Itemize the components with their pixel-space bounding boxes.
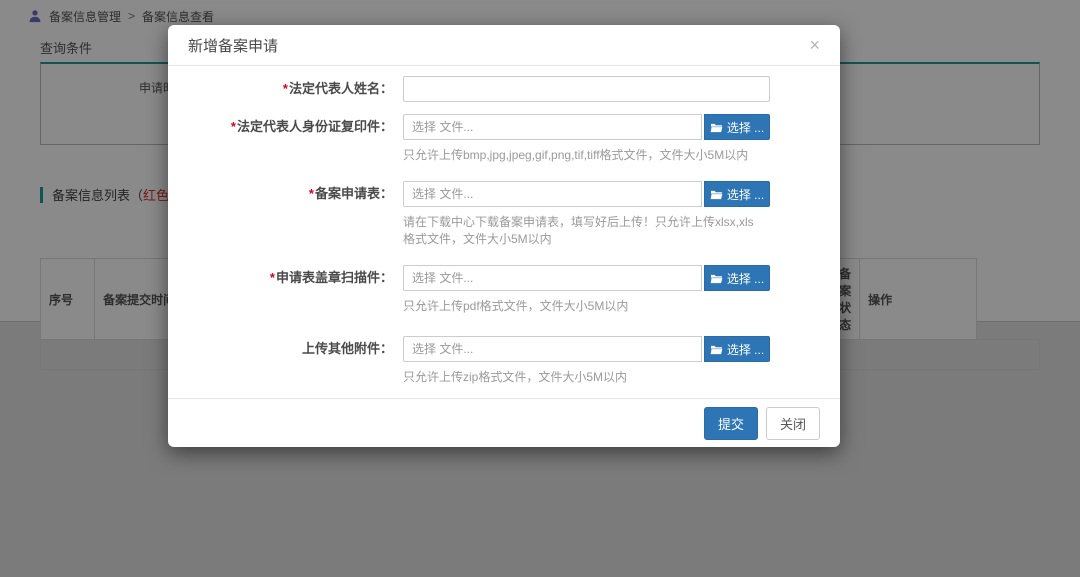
legal-name-input[interactable]	[403, 76, 770, 102]
id-copy-help-text: 只允许上传bmp,jpg,jpeg,gif,png,tif,tiff格式文件，文…	[403, 147, 763, 164]
form-row-legal-name: *法定代表人姓名：	[168, 76, 840, 102]
legal-name-label: *法定代表人姓名：	[168, 76, 403, 102]
stamped-scan-file-input[interactable]: 选择 文件...	[403, 265, 702, 291]
id-copy-file-group: 选择 文件... 选择 ...	[403, 114, 770, 140]
application-form-browse-button[interactable]: 选择 ...	[704, 181, 770, 207]
required-star: *	[270, 270, 275, 285]
folder-icon	[710, 344, 723, 355]
other-attachments-file-input[interactable]: 选择 文件...	[403, 336, 702, 362]
other-attachments-label: 上传其他附件：	[168, 336, 403, 362]
other-attachments-file-group: 选择 文件... 选择 ...	[403, 336, 770, 362]
application-form-label: *备案申请表：	[168, 181, 403, 207]
form-row-other-attachments: 上传其他附件： 选择 文件... 选择 ... 只允许上传zip格式文件，文件大…	[168, 336, 840, 386]
other-attachments-help-text: 只允许上传zip格式文件，文件大小5M以内	[403, 369, 763, 386]
close-button[interactable]: 关闭	[766, 407, 820, 440]
new-filing-modal: 新增备案申请 × *法定代表人姓名： *法定代表人身份证复印件： 选择 文件..…	[168, 25, 840, 447]
form-row-application-form: *备案申请表： 选择 文件... 选择 ... 请在下载中心下载备案申请表，填写…	[168, 181, 840, 248]
required-star: *	[231, 119, 236, 134]
stamped-scan-file-group: 选择 文件... 选择 ...	[403, 265, 770, 291]
id-copy-file-input[interactable]: 选择 文件...	[403, 114, 702, 140]
required-star: *	[309, 186, 314, 201]
other-attachments-browse-button[interactable]: 选择 ...	[704, 336, 770, 362]
id-copy-browse-button[interactable]: 选择 ...	[704, 114, 770, 140]
modal-header: 新增备案申请 ×	[168, 25, 840, 66]
stamped-scan-browse-button[interactable]: 选择 ...	[704, 265, 770, 291]
application-form-file-input[interactable]: 选择 文件...	[403, 181, 702, 207]
folder-icon	[710, 189, 723, 200]
modal-title: 新增备案申请	[188, 35, 278, 56]
folder-icon	[710, 122, 723, 133]
form-row-id-copy: *法定代表人身份证复印件： 选择 文件... 选择 ... 只允许上传bmp,j…	[168, 114, 840, 164]
id-copy-label: *法定代表人身份证复印件：	[168, 114, 403, 140]
application-form-help-text: 请在下载中心下载备案申请表，填写好后上传！只允许上传xlsx,xls格式文件，文…	[403, 214, 763, 248]
required-star: *	[283, 81, 288, 96]
submit-button[interactable]: 提交	[704, 407, 758, 440]
folder-icon	[710, 273, 723, 284]
application-form-file-group: 选择 文件... 选择 ...	[403, 181, 770, 207]
stamped-scan-help-text: 只允许上传pdf格式文件，文件大小5M以内	[403, 298, 763, 315]
modal-body: *法定代表人姓名： *法定代表人身份证复印件： 选择 文件... 选择 ...	[168, 66, 840, 398]
stamped-scan-label: *申请表盖章扫描件：	[168, 265, 403, 291]
modal-footer: 提交 关闭	[168, 398, 840, 447]
form-row-stamped-scan: *申请表盖章扫描件： 选择 文件... 选择 ... 只允许上传pdf格式文件，…	[168, 265, 840, 315]
close-icon[interactable]: ×	[809, 36, 820, 54]
